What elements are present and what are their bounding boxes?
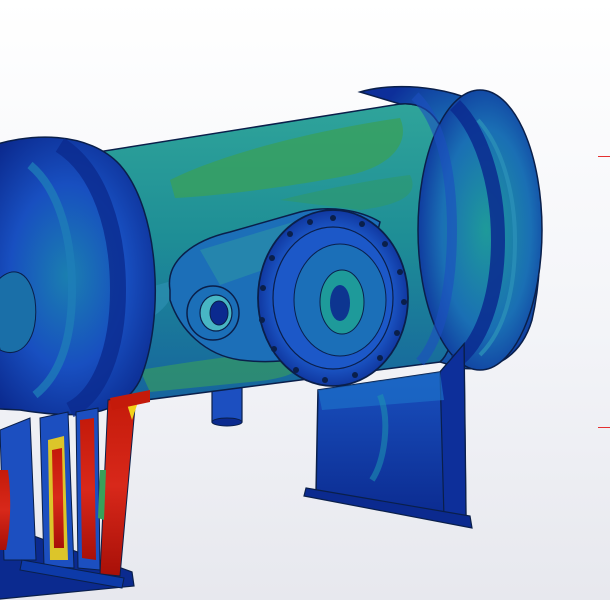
graphics-viewport[interactable] xyxy=(0,0,610,600)
annotation-callout-marker xyxy=(598,156,610,157)
annotation-callout-marker xyxy=(598,427,610,428)
fea-stress-model[interactable] xyxy=(0,0,610,600)
saddle-support-left[interactable] xyxy=(0,390,150,600)
